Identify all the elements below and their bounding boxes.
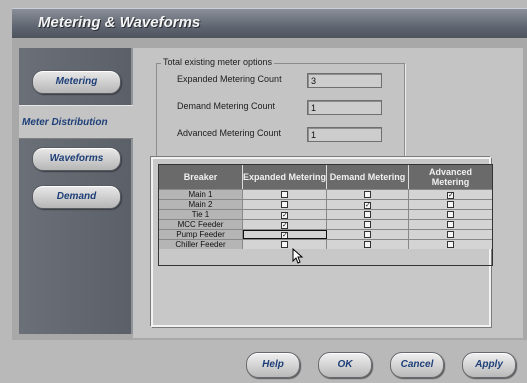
ok-button[interactable]: OK [318, 352, 372, 378]
mouse-pointer-icon [292, 248, 304, 264]
header-advanced-metering: Advanced Metering [409, 165, 492, 189]
advanced-metering-cell [409, 230, 492, 239]
expanded-metering-cell: ✓ [243, 210, 327, 219]
table-row: Main 2 ✓ [159, 199, 492, 209]
demand-count-label: Demand Metering Count [177, 101, 276, 111]
meter-distribution-table: Breaker Expanded Metering Demand Meterin… [151, 157, 493, 327]
advanced-metering-cell [409, 200, 492, 209]
table-row: Chiller Feeder [159, 239, 492, 249]
expanded-metering-checkbox[interactable]: ✓ [281, 232, 288, 239]
demand-metering-cell: ✓ [327, 200, 409, 209]
breaker-name-cell: Main 2 [159, 200, 243, 209]
demand-metering-cell [327, 230, 409, 239]
breaker-grid: Breaker Expanded Metering Demand Meterin… [158, 164, 493, 266]
breaker-name-cell: Main 1 [159, 190, 243, 199]
demand-metering-cell [327, 240, 409, 249]
demand-metering-checkbox[interactable] [364, 211, 371, 218]
advanced-metering-cell [409, 210, 492, 219]
demand-metering-checkbox[interactable]: ✓ [364, 202, 371, 209]
table-row: Main 1 ✓ [159, 189, 492, 199]
expanded-count-field: 3 [307, 73, 382, 88]
expanded-metering-cell [243, 190, 327, 199]
expanded-count-label: Expanded Metering Count [177, 74, 282, 84]
advanced-metering-checkbox[interactable] [447, 241, 454, 248]
advanced-count-field: 1 [307, 127, 382, 142]
demand-metering-cell [327, 220, 409, 229]
table-row: Tie 1 ✓ [159, 209, 492, 219]
header-breaker: Breaker [159, 165, 243, 189]
expanded-metering-cell [243, 240, 327, 249]
sidebar: Metering Meter Distribution Waveforms De… [19, 48, 133, 334]
breaker-name-cell: Tie 1 [159, 210, 243, 219]
sidebar-item-waveforms[interactable]: Waveforms [32, 147, 121, 171]
advanced-metering-checkbox[interactable] [447, 221, 454, 228]
expanded-metering-checkbox[interactable]: ✓ [281, 212, 288, 219]
demand-metering-checkbox[interactable] [364, 231, 371, 238]
breaker-name-cell: MCC Feeder [159, 220, 243, 229]
header-expanded-metering: Expanded Metering [243, 165, 327, 189]
table-row: Pump Feeder ✓ [159, 229, 492, 239]
meter-options-legend: Total existing meter options [161, 57, 275, 67]
demand-metering-cell [327, 210, 409, 219]
sidebar-item-demand[interactable]: Demand [32, 185, 121, 209]
check-icon: ✓ [282, 212, 288, 219]
advanced-metering-cell: ✓ [409, 190, 492, 199]
expanded-metering-checkbox[interactable] [281, 191, 288, 198]
check-icon: ✓ [282, 222, 288, 229]
expanded-metering-cell [243, 200, 327, 209]
advanced-metering-checkbox[interactable] [447, 201, 454, 208]
demand-count-field: 1 [307, 100, 382, 115]
demand-metering-cell [327, 190, 409, 199]
expanded-metering-cell: ✓ [243, 230, 327, 239]
header-demand-metering: Demand Metering [327, 165, 409, 189]
help-button[interactable]: Help [246, 352, 300, 378]
advanced-metering-checkbox[interactable]: ✓ [447, 192, 454, 199]
table-row: MCC Feeder ✓ [159, 219, 492, 229]
advanced-count-label: Advanced Metering Count [177, 128, 282, 138]
sidebar-item-metering[interactable]: Metering [32, 70, 121, 94]
window-title: Metering & Waveforms [38, 14, 201, 31]
check-icon: ✓ [448, 192, 454, 199]
expanded-metering-cell: ✓ [243, 220, 327, 229]
cancel-button[interactable]: Cancel [390, 352, 444, 378]
breaker-name-cell: Pump Feeder [159, 230, 243, 239]
demand-metering-checkbox[interactable] [364, 221, 371, 228]
sidebar-item-meter-distribution[interactable]: Meter Distribution [19, 105, 133, 139]
window-title-bar: Metering & Waveforms [12, 8, 527, 39]
advanced-metering-checkbox[interactable] [447, 231, 454, 238]
check-icon: ✓ [365, 202, 371, 209]
advanced-metering-cell [409, 220, 492, 229]
demand-metering-checkbox[interactable] [364, 241, 371, 248]
breaker-name-cell: Chiller Feeder [159, 240, 243, 249]
expanded-metering-checkbox[interactable]: ✓ [281, 222, 288, 229]
advanced-metering-cell [409, 240, 492, 249]
demand-metering-checkbox[interactable] [364, 191, 371, 198]
expanded-metering-checkbox[interactable] [281, 201, 288, 208]
advanced-metering-checkbox[interactable] [447, 211, 454, 218]
expanded-metering-checkbox[interactable] [281, 241, 288, 248]
check-icon: ✓ [282, 232, 288, 239]
apply-button[interactable]: Apply [462, 352, 516, 378]
